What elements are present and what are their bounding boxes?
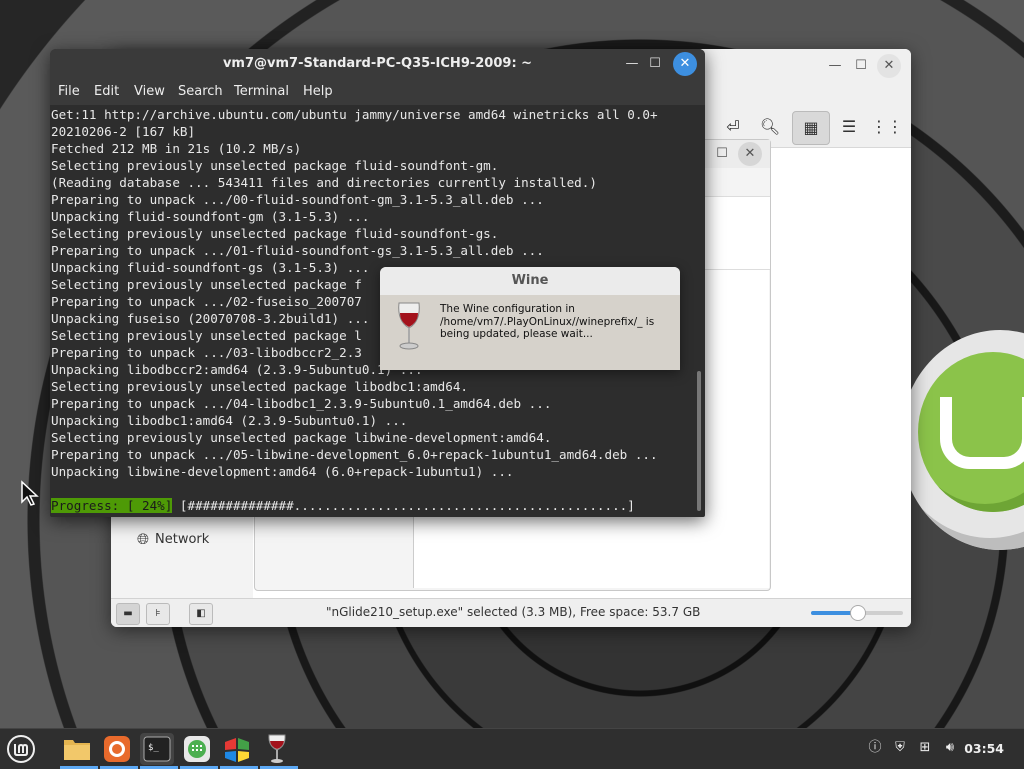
- menu-view[interactable]: View: [134, 84, 165, 99]
- terminal-line: Fetched 212 MB in 21s (10.2 MB/s): [51, 141, 302, 156]
- maximize-icon[interactable]: ☐: [710, 142, 734, 166]
- maximize-icon[interactable]: ☐: [849, 54, 873, 78]
- taskbar: $_ ⓘ ⛨ ⊞ 🔊︎ 03:54: [0, 728, 1024, 769]
- svg-text:$_: $_: [148, 743, 159, 753]
- terminal-line: Get:11 http://archive.ubuntu.com/ubuntu …: [51, 107, 658, 122]
- terminal-line: Preparing to unpack .../04-libodbc1_2.3.…: [51, 396, 552, 411]
- shield-icon[interactable]: ⛨: [891, 739, 909, 757]
- taskbar-calculator-icon[interactable]: [180, 733, 218, 769]
- sidebar-item-label: Network: [155, 531, 210, 547]
- taskbar-playonlinux-icon[interactable]: [220, 733, 258, 769]
- taskbar-wine-icon[interactable]: [260, 733, 298, 769]
- terminal-title: vm7@vm7-Standard-PC-Q35-ICH9-2009: ~: [50, 49, 705, 79]
- terminal-line: 20210206-2 [167 kB]: [51, 124, 196, 139]
- terminal-line: Selecting previously unselected package …: [51, 158, 499, 173]
- places-icon[interactable]: ▬: [116, 603, 140, 625]
- progress-label: Progress: [ 24%]: [51, 498, 173, 513]
- wine-glass-icon: [398, 302, 420, 350]
- taskbar-files-icon[interactable]: [60, 733, 98, 769]
- hide-sidebar-icon[interactable]: ◧: [189, 603, 213, 625]
- wine-dialog-title: Wine: [380, 267, 680, 295]
- terminal-line: Selecting previously unselected package …: [51, 379, 469, 394]
- status-text: "nGlide210_setup.exe" selected (3.3 MB),…: [326, 605, 701, 619]
- minimize-icon[interactable]: —: [620, 52, 644, 76]
- close-icon[interactable]: ✕: [738, 142, 762, 166]
- terminal-scrollbar[interactable]: [697, 371, 701, 511]
- menu-edit[interactable]: Edit: [94, 84, 119, 99]
- list-view-icon[interactable]: ☰: [831, 111, 867, 143]
- progress-line: Progress: [ 24%] [##############........…: [51, 497, 635, 514]
- wine-dialog-message: The Wine configuration in /home/vm7/.Pla…: [440, 303, 655, 340]
- terminal-line: Selecting previously unselected package …: [51, 430, 552, 445]
- terminal-line: Preparing to unpack .../01-fluid-soundfo…: [51, 243, 544, 258]
- terminal-line: Selecting previously unselected package …: [51, 226, 499, 241]
- close-icon[interactable]: ✕: [877, 54, 901, 78]
- mint-menu-icon: [7, 735, 35, 763]
- zoom-slider-knob[interactable]: [850, 605, 866, 621]
- clock[interactable]: 03:54: [964, 741, 1004, 756]
- update-manager-icon[interactable]: ⓘ: [866, 739, 884, 757]
- network-tray-icon[interactable]: ⊞: [916, 739, 934, 757]
- menu-help[interactable]: Help: [303, 84, 333, 99]
- terminal-line: Unpacking libwine-development:amd64 (6.0…: [51, 464, 514, 479]
- tree-icon[interactable]: ⊧: [146, 603, 170, 625]
- terminal-line: (Reading database ... 543411 files and d…: [51, 175, 597, 190]
- mint-logo-decoration: [900, 330, 1024, 550]
- close-icon[interactable]: ✕: [673, 52, 697, 76]
- sidebar-item-network[interactable]: 🌐︎ Network: [137, 530, 209, 548]
- maximize-icon[interactable]: ☐: [643, 52, 667, 76]
- grid-view-icon[interactable]: ▦: [792, 111, 830, 145]
- terminal-line: Preparing to unpack .../00-fluid-soundfo…: [51, 192, 544, 207]
- menu-terminal[interactable]: Terminal: [234, 84, 289, 99]
- menu-file[interactable]: File: [58, 84, 80, 99]
- zoom-slider[interactable]: [811, 605, 903, 621]
- terminal-menubar: File Edit View Search Terminal Help: [50, 79, 705, 105]
- terminal-line: Unpacking fluid-soundfont-gm (3.1-5.3) .…: [51, 209, 370, 224]
- taskbar-terminal-icon[interactable]: $_: [140, 733, 178, 769]
- menu-search[interactable]: Search: [178, 84, 223, 99]
- wine-dialog: Wine The Wine configuration in /home/vm7…: [380, 267, 680, 370]
- minimize-icon[interactable]: —: [823, 54, 847, 78]
- progress-bar: [##############.........................…: [179, 498, 635, 513]
- volume-icon[interactable]: 🔊︎: [941, 739, 959, 757]
- menu-button[interactable]: [4, 733, 38, 765]
- taskbar-firefox-icon[interactable]: [100, 733, 138, 769]
- network-icon: 🌐︎: [137, 530, 150, 548]
- terminal-line: Preparing to unpack .../05-libwine-devel…: [51, 447, 658, 462]
- terminal-line: Unpacking libodbc1:amd64 (2.3.9-5ubuntu0…: [51, 413, 408, 428]
- mouse-pointer-icon: [21, 480, 39, 506]
- file-manager-statusbar: ▬ ⊧ ◧ "nGlide210_setup.exe" selected (3.…: [111, 598, 911, 627]
- compact-view-icon[interactable]: ⋮⋮: [869, 111, 905, 143]
